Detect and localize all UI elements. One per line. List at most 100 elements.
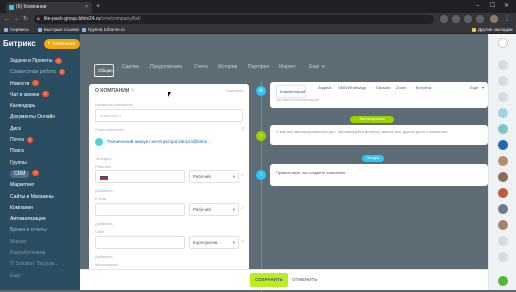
url-input[interactable]: 🔒︎ lite-pack-group.bitrix24.ru/crm/compa…: [34, 15, 434, 24]
avatar[interactable]: [498, 124, 508, 134]
sidebar-item-itsolution[interactable]: IT Solution: Загрузк…: [0, 259, 80, 270]
sidebar-item-more[interactable]: Ещё: [0, 271, 80, 282]
planned-text: У вас нет запланированных дел. Запланиру…: [276, 129, 448, 134]
add-company-button[interactable]: + Компания: [44, 39, 80, 49]
profile-avatar-icon[interactable]: [490, 15, 498, 23]
sidebar-item-tasks[interactable]: Задачи и Проекты 4: [0, 56, 80, 67]
avatar[interactable]: [498, 156, 508, 166]
avatar[interactable]: [498, 140, 508, 150]
tab-close-icon[interactable]: ×: [85, 2, 88, 13]
bookmark-services[interactable]: Сервисы: [4, 25, 29, 34]
add-email-link[interactable]: Добавить: [95, 221, 113, 226]
sidebar-item-docs[interactable]: Документы Онлайн: [0, 112, 80, 123]
chevron-down-icon[interactable]: ▾: [482, 85, 484, 90]
site-input[interactable]: [95, 236, 185, 249]
other-bookmarks[interactable]: Другие закладки: [472, 25, 512, 34]
contacts-icon[interactable]: [498, 76, 508, 86]
tab-general[interactable]: Общие: [94, 64, 114, 77]
timeline-tab-email[interactable]: Письмо: [376, 85, 390, 90]
timeline-tab-sms[interactable]: SMS/WhatsApp: [338, 85, 366, 90]
avatar[interactable]: [498, 204, 508, 214]
browser-tab[interactable]: (6) Компании ×: [6, 2, 92, 13]
bookmark-group[interactable]: Группа 1cbonm.ru: [82, 25, 125, 34]
tab-quotes[interactable]: Предложения: [150, 64, 182, 70]
card-cancel-link[interactable]: отменить: [226, 88, 243, 93]
tab-market[interactable]: Маркет: [279, 64, 296, 70]
sidebar-item-chat[interactable]: Чат и звонки 4: [0, 90, 80, 101]
bell-icon[interactable]: [498, 60, 508, 70]
messenger-label: Мессенджер: [95, 262, 119, 267]
russia-flag-icon[interactable]: [100, 174, 108, 180]
sidebar-item-search[interactable]: Поиск: [0, 146, 80, 157]
responsible-user[interactable]: Технический аккаунт интегратора bitrix24…: [95, 136, 245, 148]
email-input[interactable]: [95, 203, 185, 216]
add-site-link[interactable]: Добавить: [95, 254, 113, 259]
site-type-select[interactable]: Корпоратив… ▾: [189, 236, 239, 249]
search-icon[interactable]: [498, 92, 508, 102]
bookmark-icon: [38, 27, 42, 32]
sidebar-item-disk[interactable]: Диск: [0, 124, 80, 135]
sidebar-item-marketing[interactable]: Маркетинг: [0, 180, 80, 191]
sidebar-item-calendar[interactable]: Календарь: [0, 101, 80, 112]
remove-icon[interactable]: ×: [241, 239, 244, 245]
sidebar-item-news[interactable]: Новости 1: [0, 79, 80, 90]
url-path: /crm/company/list/: [100, 16, 141, 22]
save-button[interactable]: СОХРАНИТЬ: [250, 273, 288, 287]
extension-icon[interactable]: [452, 15, 460, 23]
timeline-tab-more[interactable]: Ещё: [470, 85, 478, 90]
sidebar-item-collab[interactable]: Совместная работа 3: [0, 67, 80, 78]
new-tab-button[interactable]: +: [96, 2, 100, 11]
remove-icon[interactable]: ×: [241, 206, 244, 212]
comment-input[interactable]: Оставьте комментарий: [276, 97, 319, 102]
extension-icon-2[interactable]: [464, 15, 472, 23]
sidebar-item-automation[interactable]: Автоматизация: [0, 214, 80, 225]
timeline-tab-task[interactable]: Задача: [318, 85, 331, 90]
star-icon[interactable]: [440, 15, 448, 23]
add-phone-link[interactable]: Добавить: [95, 188, 113, 193]
timeline-tab-meeting[interactable]: Встреча: [416, 85, 431, 90]
minimize-button[interactable]: –: [476, 0, 479, 13]
company-name-input[interactable]: Компания #: [95, 109, 243, 122]
tab-history[interactable]: История: [218, 64, 237, 70]
sidebar-item-company[interactable]: Компания: [0, 203, 80, 214]
today-pill: сегодня: [362, 155, 384, 162]
forward-icon[interactable]: →: [13, 14, 19, 24]
sidebar-item-sites[interactable]: Сайты и Магазины: [0, 192, 80, 203]
add-user-icon[interactable]: [498, 236, 508, 246]
close-icon[interactable]: [498, 38, 508, 48]
phone-input[interactable]: [95, 170, 185, 183]
browser-menu-icon[interactable]: ⋮: [504, 14, 510, 24]
sidebar-item-market[interactable]: Маркет: [0, 237, 80, 248]
extension-icon-3[interactable]: [476, 15, 484, 23]
cancel-button[interactable]: ОТМЕНИТЬ: [292, 273, 317, 287]
sidebar-item-developers[interactable]: Разработчикам: [0, 248, 80, 259]
avatar[interactable]: [498, 172, 508, 182]
sidebar-item-crm[interactable]: CRM 3: [0, 169, 80, 180]
tab-portfolio[interactable]: Портфел: [248, 64, 269, 70]
drag-handle-icon[interactable]: ⠿: [241, 127, 245, 133]
phone-type-select[interactable]: Рабочий ▾: [189, 170, 239, 183]
settings-icon[interactable]: [498, 252, 508, 262]
tab-more[interactable]: Ещё: [309, 64, 319, 70]
tab-invoices[interactable]: Счета: [194, 64, 208, 70]
avatar[interactable]: [498, 188, 508, 198]
sidebar-item-groups[interactable]: Группы: [0, 158, 80, 169]
sidebar-item-time[interactable]: Время и отчеты: [0, 225, 80, 236]
bitrix-logo[interactable]: Битрикс: [3, 39, 36, 48]
remove-icon[interactable]: ×: [241, 173, 244, 179]
chevron-down-icon[interactable]: ▾: [322, 64, 325, 70]
reload-icon[interactable]: ↻: [23, 14, 28, 24]
company-form-card: О КОМПАНИИ ✎ отменить Название компании*…: [89, 84, 249, 290]
edit-pencil-icon[interactable]: ✎: [131, 88, 135, 94]
close-window-button[interactable]: ✕: [504, 0, 509, 13]
back-icon[interactable]: ←: [4, 14, 10, 24]
phone-icon[interactable]: [498, 276, 508, 286]
sidebar-item-mail[interactable]: Почта 1: [0, 135, 80, 146]
avatar[interactable]: [498, 108, 508, 118]
bookmark-quick-links[interactable]: Быстрые ссылки: [38, 25, 79, 34]
avatar[interactable]: [498, 220, 508, 230]
maximize-button[interactable]: ☐: [490, 0, 495, 13]
email-type-select[interactable]: Рабочий ▾: [189, 203, 239, 216]
tab-deals[interactable]: Сделки: [122, 64, 139, 70]
timeline-tab-zoom[interactable]: Zoom: [396, 85, 406, 90]
